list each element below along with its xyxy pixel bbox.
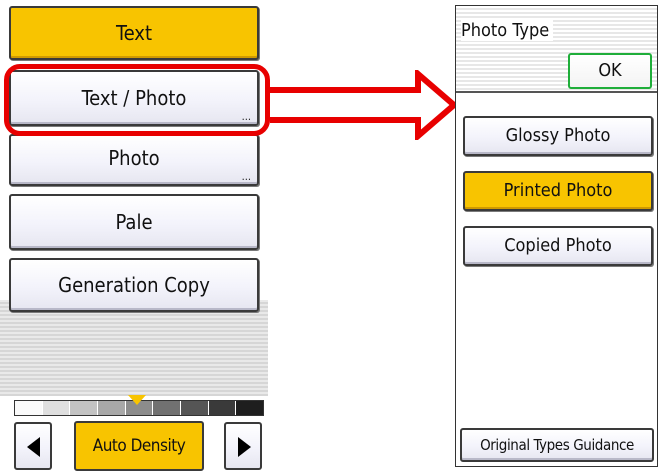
density-scale-segment bbox=[69, 401, 98, 415]
arrow-right-icon bbox=[238, 437, 251, 457]
ok-button[interactable]: OK bbox=[568, 53, 652, 89]
density-scale-segment bbox=[15, 401, 42, 415]
auto-density-button[interactable]: Auto Density bbox=[74, 421, 204, 471]
mode-button-pale[interactable]: Pale bbox=[9, 194, 259, 250]
pointing-arrow-icon bbox=[270, 70, 458, 140]
printed-photo-label: Printed Photo bbox=[503, 180, 613, 201]
panel-header: Photo Type OK bbox=[456, 6, 657, 93]
more-options-icon: ... bbox=[241, 170, 251, 183]
printed-photo-button[interactable]: Printed Photo bbox=[463, 171, 653, 211]
mode-button-generation-copy-label: Generation Copy bbox=[58, 273, 210, 297]
copied-photo-label: Copied Photo bbox=[504, 235, 612, 256]
mode-button-generation-copy[interactable]: Generation Copy bbox=[9, 258, 259, 312]
glossy-photo-button[interactable]: Glossy Photo bbox=[463, 116, 653, 156]
copied-photo-button[interactable]: Copied Photo bbox=[463, 226, 653, 266]
density-scale-segment bbox=[180, 401, 208, 415]
density-scale-segment bbox=[152, 401, 181, 415]
mode-button-photo[interactable]: Photo ... bbox=[9, 134, 259, 186]
glossy-photo-label: Glossy Photo bbox=[505, 125, 611, 146]
density-scale-segment bbox=[235, 401, 264, 415]
density-scale-segment bbox=[97, 401, 125, 415]
guidance-label: Original Types Guidance bbox=[480, 436, 634, 454]
original-types-guidance-button[interactable]: Original Types Guidance bbox=[460, 428, 654, 462]
density-darker-button[interactable] bbox=[224, 422, 262, 470]
density-scale-segment bbox=[41, 401, 70, 415]
mode-button-text[interactable]: Text bbox=[9, 6, 259, 60]
mode-button-pale-label: Pale bbox=[115, 210, 153, 234]
panel-title: Photo Type bbox=[461, 20, 554, 41]
photo-type-panel: Photo Type OK Glossy Photo Printed Photo… bbox=[455, 5, 658, 467]
highlight-frame bbox=[4, 64, 270, 136]
density-pointer-icon bbox=[128, 395, 146, 405]
auto-density-label: Auto Density bbox=[92, 436, 186, 456]
arrow-left-icon bbox=[27, 437, 40, 457]
mode-button-text-label: Text bbox=[115, 21, 152, 45]
density-lighter-button[interactable] bbox=[14, 422, 52, 470]
mode-button-photo-label: Photo bbox=[108, 146, 160, 170]
panel-background-stripes bbox=[0, 300, 268, 396]
density-scale-segment bbox=[207, 401, 236, 415]
ok-button-label: OK bbox=[598, 60, 622, 81]
